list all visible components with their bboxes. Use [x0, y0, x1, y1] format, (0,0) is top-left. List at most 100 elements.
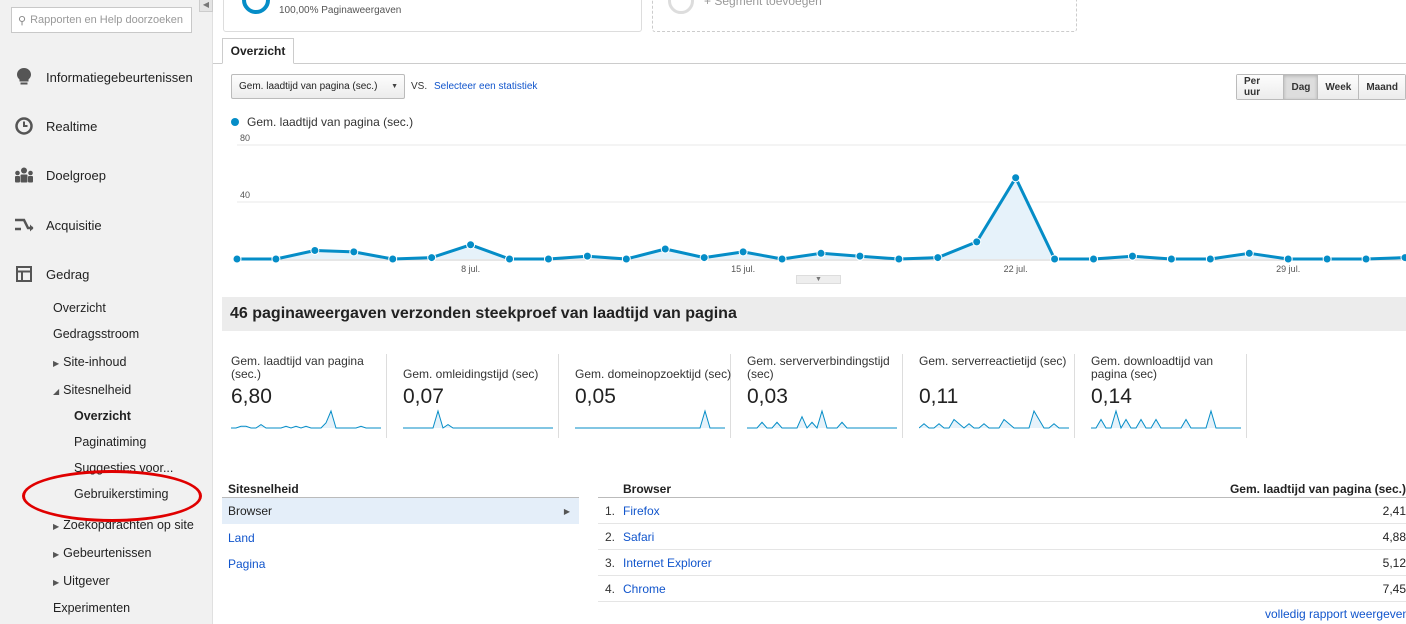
clock-icon [14, 116, 34, 136]
nav-informatiegebeurtenissen[interactable]: Informatiegebeurtenissen [0, 62, 213, 92]
layout-icon [14, 264, 34, 284]
highlight-circle-annotation [22, 470, 202, 522]
nav-gedragsstroom[interactable]: Gedragsstroom [53, 327, 139, 341]
scorecard-label: Gem. serververbindingstijd (sec) [747, 354, 890, 381]
series-area [237, 177, 1405, 259]
scorecard-value: 6,80 [231, 385, 272, 408]
expand-triangle-icon: ▶ [53, 522, 60, 531]
period-week-button[interactable]: Week [1318, 75, 1360, 99]
search-placeholder: Rapporten en Help doorzoeken [30, 14, 183, 26]
nav-label: Informatiegebeurtenissen [46, 69, 193, 85]
select-stat-link[interactable]: Selecteer een statistiek [434, 81, 537, 92]
y-tick-label: 80 [240, 133, 250, 143]
period-toggle: Per uur Dag Week Maand [1236, 74, 1406, 100]
data-point [738, 247, 748, 257]
data-point [816, 248, 826, 258]
data-point [388, 254, 398, 264]
browser-link[interactable]: Safari [623, 530, 654, 544]
search-icon: ⚲ [18, 14, 27, 27]
data-point [310, 245, 320, 255]
nav-label: Gebeurtenissen [63, 546, 152, 560]
sparkline [747, 409, 897, 430]
browser-link[interactable]: Internet Explorer [623, 556, 712, 570]
metric-dropdown[interactable]: Gem. laadtijd van pagina (sec.) ▼ [231, 74, 405, 99]
nav-gebeurtenissen[interactable]: ▶ Gebeurtenissen [53, 546, 151, 560]
nav-paginatiming[interactable]: Paginatiming [74, 435, 146, 449]
data-point [1089, 254, 1099, 264]
dimension-pagina[interactable]: Pagina [222, 551, 579, 577]
nav-realtime[interactable]: Realtime [0, 111, 213, 141]
add-segment-label[interactable]: + Segment toevoegen [704, 0, 822, 8]
scorecard[interactable]: Gem. laadtijd van pagina (sec.) 6,80 [222, 354, 387, 438]
nav-label: Realtime [46, 118, 98, 134]
data-point [427, 253, 437, 263]
search-input[interactable]: ⚲ Rapporten en Help doorzoeken [11, 7, 192, 33]
data-point [271, 254, 281, 264]
legend-dot-icon [231, 118, 239, 126]
row-value: 2,41 [1382, 504, 1406, 518]
browser-link[interactable]: Chrome [623, 582, 666, 596]
full-report-link[interactable]: volledig rapport weergeven [1265, 607, 1406, 621]
row-number: 1. [605, 504, 616, 518]
vs-label: VS. [411, 81, 428, 92]
data-point [621, 254, 631, 264]
dimension-browser[interactable]: Browser ▶ [222, 498, 579, 524]
expand-triangle-icon: ▶ [53, 359, 60, 368]
x-tick-label: 29 jul. [1276, 264, 1300, 274]
data-point [543, 254, 553, 264]
nav-sitesnelheid-overzicht[interactable]: Overzicht [74, 409, 131, 423]
column-browser: Browser [623, 482, 672, 496]
period-per-uur-button[interactable]: Per uur [1237, 75, 1285, 99]
data-point [1322, 254, 1332, 264]
sparkline-line [231, 409, 381, 429]
expand-triangle-icon: ▶ [53, 578, 60, 587]
table-row: 4. Chrome 7,45 [598, 576, 1406, 602]
table-row: 2. Safari 4,88 [598, 524, 1406, 550]
scorecard[interactable]: Gem. serververbindingstijd (sec) 0,03 [738, 354, 903, 438]
data-point [1166, 254, 1176, 264]
nav-uitgever[interactable]: ▶ Uitgever [53, 574, 110, 588]
data-point [1205, 254, 1215, 264]
nav-gedrag[interactable]: Gedrag [0, 259, 213, 289]
period-dag-button[interactable]: Dag [1284, 75, 1319, 99]
sparkline [575, 409, 725, 429]
row-number: 2. [605, 530, 616, 544]
y-tick-label: 40 [240, 190, 250, 200]
legend-label: Gem. laadtijd van pagina (sec.) [247, 115, 414, 129]
collapse-triangle-icon: ◢ [53, 387, 60, 396]
nav-sitesnelheid[interactable]: ◢ Sitesnelheid [53, 383, 131, 397]
series-line [237, 176, 1406, 261]
scorecard-value: 0,14 [1091, 385, 1132, 408]
collapse-sidebar-icon[interactable]: ◀ [199, 0, 213, 12]
column-load-time[interactable]: Gem. laadtijd van pagina (sec.) [1230, 482, 1406, 496]
browser-link[interactable]: Firefox [623, 504, 660, 518]
nav-experimenten[interactable]: Experimenten [53, 601, 130, 615]
scorecard[interactable]: Gem. omleidingstijd (sec) 0,07 [394, 354, 559, 438]
nav-doelgroep[interactable]: Doelgroep [0, 160, 213, 190]
arrows-icon [14, 215, 34, 235]
data-point [1050, 254, 1060, 264]
scorecard-value: 0,11 [919, 385, 959, 408]
data-point [660, 244, 670, 254]
nav-acquisitie[interactable]: Acquisitie [0, 210, 213, 240]
table-row: 1. Firefox 2,41 [598, 498, 1406, 524]
tab-overzicht[interactable]: Overzicht [222, 38, 294, 64]
data-point [855, 251, 865, 261]
nav-gedrag-overzicht[interactable]: Overzicht [53, 301, 106, 315]
sparkline-area [403, 411, 553, 428]
dimension-land[interactable]: Land [222, 525, 579, 551]
scorecard[interactable]: Gem. domeinopzoektijd (sec) 0,05 [566, 354, 731, 438]
row-value: 4,88 [1382, 530, 1406, 544]
data-point [1400, 253, 1406, 263]
sparkline [919, 409, 1069, 429]
period-maand-button[interactable]: Maand [1359, 75, 1405, 99]
data-point [466, 240, 476, 250]
x-tick-label: 15 jul. [731, 264, 755, 274]
nav-site-inhoud[interactable]: ▶ Site-inhoud [53, 355, 126, 369]
data-point [894, 254, 904, 264]
scorecard[interactable]: Gem. downloadtijd van pagina (sec) 0,14 [1082, 354, 1247, 438]
sample-heading: 46 paginaweergaven verzonden steekproef … [222, 297, 1406, 331]
sparkline-line [403, 409, 553, 429]
scorecard[interactable]: Gem. serverreactietijd (sec) 0,11 [910, 354, 1075, 438]
chart-resize-handle[interactable]: ▼ [796, 275, 841, 284]
